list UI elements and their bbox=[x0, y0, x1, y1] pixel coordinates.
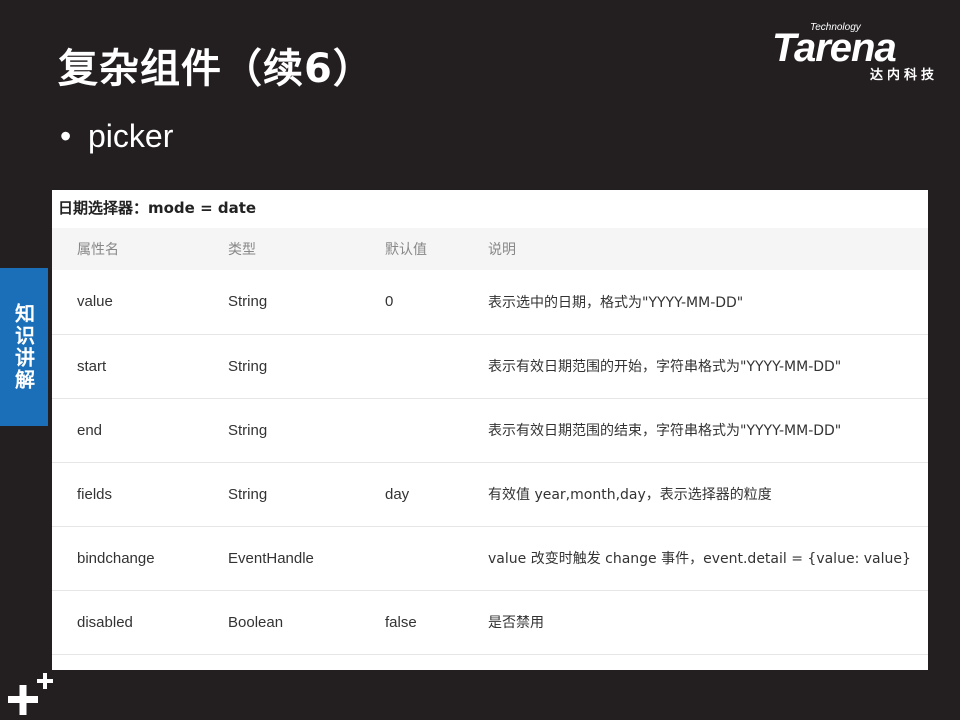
cell-type: String bbox=[228, 485, 268, 503]
table-row: fields String day 有效值 year,month,day，表示选… bbox=[52, 462, 928, 526]
cell-type: String bbox=[228, 293, 268, 311]
table-row: value String 0 表示选中的日期，格式为"YYYY-MM-DD" bbox=[52, 270, 928, 334]
header-type: 类型 bbox=[228, 242, 256, 258]
cell-default bbox=[384, 334, 487, 398]
slide-title: 复杂组件（续6） bbox=[58, 46, 374, 92]
cell-description: 是否禁用 bbox=[488, 615, 544, 631]
cell-name: start bbox=[77, 357, 107, 375]
header-attr-name: 属性名 bbox=[77, 242, 119, 258]
attribute-table-panel: 日期选择器：mode = date 属性名 类型 默认值 说明 value St… bbox=[52, 190, 928, 670]
cell-description: 表示选中的日期，格式为"YYYY-MM-DD" bbox=[488, 294, 744, 311]
table-row: end String 表示有效日期范围的结束，字符串格式为"YYYY-MM-DD… bbox=[52, 398, 928, 462]
table-row: start String 表示有效日期范围的开始，字符串格式为"YYYY-MM-… bbox=[52, 334, 928, 398]
bullet-item: • picker bbox=[60, 118, 173, 155]
cell-type: String bbox=[228, 421, 268, 439]
cell-default: false bbox=[385, 613, 417, 631]
header-default: 默认值 bbox=[385, 242, 427, 258]
cell-name: value bbox=[77, 293, 113, 311]
tarena-logo: Technology Tarena 达内科技 bbox=[772, 20, 942, 83]
cell-type: String bbox=[228, 357, 268, 375]
cell-description: 有效值 year,month,day，表示选择器的粒度 bbox=[488, 487, 772, 503]
cell-default: day bbox=[385, 485, 410, 503]
bullet-dot-icon: • bbox=[60, 118, 72, 154]
table-caption: 日期选择器：mode = date bbox=[58, 199, 257, 217]
cell-default bbox=[384, 398, 487, 462]
cell-default bbox=[384, 526, 487, 590]
logo-subtitle: 达内科技 bbox=[869, 68, 938, 83]
cell-description: value 改变时触发 change 事件，event.detail = {va… bbox=[488, 551, 911, 567]
table-row: disabled Boolean false 是否禁用 bbox=[52, 590, 928, 654]
cell-type: Boolean bbox=[228, 613, 284, 631]
cell-name: bindchange bbox=[77, 549, 155, 567]
table-header-row: 属性名 类型 默认值 说明 bbox=[52, 228, 928, 270]
table-row: bindchange EventHandle value 改变时触发 chang… bbox=[52, 526, 928, 590]
header-description: 说明 bbox=[488, 242, 516, 258]
side-tab-label: 知识讲解 bbox=[11, 303, 36, 391]
cell-name: fields bbox=[77, 485, 113, 503]
cell-type: EventHandle bbox=[228, 549, 314, 567]
cell-default: 0 bbox=[385, 293, 394, 311]
attribute-table: 属性名 类型 默认值 说明 value String 0 表示选中的日期，格式为… bbox=[52, 228, 928, 655]
cell-name: end bbox=[77, 421, 103, 439]
cell-description: 表示有效日期范围的结束，字符串格式为"YYYY-MM-DD" bbox=[488, 423, 842, 439]
side-tab: 知识讲解 bbox=[0, 268, 48, 426]
bullet-text: picker bbox=[88, 118, 174, 154]
cell-name: disabled bbox=[77, 613, 133, 631]
plus-decoration-icon bbox=[8, 673, 53, 715]
cell-description: 表示有效日期范围的开始，字符串格式为"YYYY-MM-DD" bbox=[488, 359, 842, 375]
